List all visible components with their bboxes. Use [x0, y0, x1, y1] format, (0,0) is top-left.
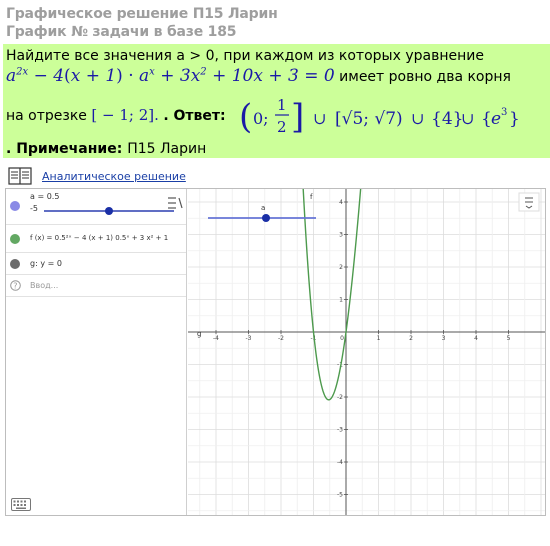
note-line: . Примечание: П15 Ларин	[6, 141, 206, 157]
graphics-style-icon[interactable]	[518, 192, 540, 212]
task-statement: Найдите все значения a > 0, при каждом и…	[6, 48, 484, 64]
line-g-label: g	[197, 330, 201, 338]
svg-text:[√5; √7): [√5; √7)	[335, 109, 403, 129]
x-tick-label: -4	[213, 335, 219, 342]
line-g-definition: g: y = 0	[30, 259, 62, 268]
svg-text:1: 1	[277, 96, 287, 114]
geogebra-applet[interactable]: a = 0.5 -5 f (x) = 0.5²ˣ − 4 (x + 1) 0.5…	[5, 188, 546, 516]
x-tick-label: 1	[377, 335, 381, 342]
svg-text:?: ?	[13, 282, 17, 291]
svg-text:2: 2	[277, 118, 287, 136]
algebra-input[interactable]: Ввод...	[30, 281, 58, 290]
y-tick-label: 2	[339, 264, 343, 271]
answer-label: . Ответ:	[163, 108, 226, 124]
algebra-input-row[interactable]: ? Ввод...	[6, 275, 186, 297]
svg-text:0;: 0;	[253, 109, 269, 128]
task-panel: Найдите все значения a > 0, при каждом и…	[3, 44, 550, 158]
svg-text:]: ]	[291, 97, 304, 137]
y-tick-label: -5	[337, 492, 343, 499]
keyboard-icon[interactable]	[11, 498, 31, 511]
help-icon[interactable]: ?	[10, 280, 21, 291]
slider-a-min: -5	[30, 204, 38, 213]
curve-f-label: f	[310, 193, 313, 201]
equation-suffix: имеет ровно два корня	[339, 69, 511, 85]
y-tick-label: -3	[337, 427, 343, 434]
page-title: Графическое решение П15 Ларин	[6, 6, 278, 22]
visibility-toggle-a[interactable]	[10, 201, 20, 211]
visibility-toggle-f[interactable]	[10, 234, 20, 244]
algebra-menu-icon[interactable]	[166, 195, 184, 211]
algebra-row-g[interactable]: g: y = 0	[6, 253, 186, 275]
x-tick-label: -2	[278, 335, 284, 342]
note-value: П15 Ларин	[127, 141, 207, 157]
svg-text:}: }	[509, 109, 520, 129]
x-tick-label: 2	[409, 335, 413, 342]
graph-slider-label: a	[261, 204, 265, 212]
algebra-view: a = 0.5 -5 f (x) = 0.5²ˣ − 4 (x + 1) 0.5…	[6, 189, 187, 515]
svg-text:∪: ∪	[313, 109, 326, 128]
equation: a2x − 4(x + 1) · ax + 3x2 + 10x + 3 = 0	[6, 66, 335, 86]
x-tick-label: 3	[442, 335, 446, 342]
page-subtitle: График № задачи в базе 185	[6, 24, 237, 40]
y-tick-label: 4	[339, 199, 343, 206]
task-answer-line: на отрезке [ − 1; 2]. . Ответ:	[6, 106, 226, 124]
x-tick-label: -3	[246, 335, 252, 342]
algebra-slider-a[interactable]	[44, 205, 184, 217]
svg-text:∪: ∪	[411, 109, 424, 128]
visibility-toggle-g[interactable]	[10, 259, 20, 269]
task-equation-line: a2x − 4(x + 1) · ax + 3x2 + 10x + 3 = 0 …	[6, 66, 511, 86]
answer-formula: ( 0; 1 2 ] ∪ [√5; √7) ∪ {4} ∪ { e 3 }	[239, 96, 520, 137]
x-tick-label: 0	[340, 335, 344, 342]
function-f-definition: f (x) = 0.5²ˣ − 4 (x + 1) 0.5ˣ + 3 x² + …	[30, 234, 169, 242]
graphics-view[interactable]: -4 -3 -2 -1 0 1 2 3 4 54321-1-2-3-4-5 a f g	[188, 189, 546, 515]
svg-text:∪: ∪	[461, 109, 474, 128]
function-f-curve[interactable]	[302, 189, 363, 401]
segment: [ − 1; 2].	[91, 106, 159, 124]
algebra-row-slider[interactable]: a = 0.5 -5	[6, 189, 186, 225]
x-tick-label: 4	[474, 335, 478, 342]
note-label: . Примечание:	[6, 141, 123, 157]
y-tick-label: -2	[337, 394, 343, 401]
book-icon	[8, 167, 32, 185]
svg-text:{4}: {4}	[431, 109, 463, 129]
svg-text:3: 3	[501, 107, 507, 118]
grid	[188, 189, 545, 515]
algebra-row-f[interactable]: f (x) = 0.5²ˣ − 4 (x + 1) 0.5ˣ + 3 x² + …	[6, 225, 186, 253]
svg-text:e: e	[491, 109, 501, 129]
y-tick-label: 1	[339, 297, 343, 304]
analytic-link-row[interactable]: Аналитическое решение	[8, 166, 186, 186]
segment-prefix: на отрезке	[6, 108, 87, 124]
svg-text:(: (	[239, 97, 252, 137]
y-tick-label: 3	[339, 232, 343, 239]
graph-slider-handle[interactable]	[262, 214, 270, 222]
analytic-solution-link[interactable]: Аналитическое решение	[42, 170, 186, 183]
slider-a-definition: a = 0.5	[30, 192, 60, 201]
y-tick-label: -4	[337, 459, 343, 466]
x-tick-label: 5	[507, 335, 511, 342]
